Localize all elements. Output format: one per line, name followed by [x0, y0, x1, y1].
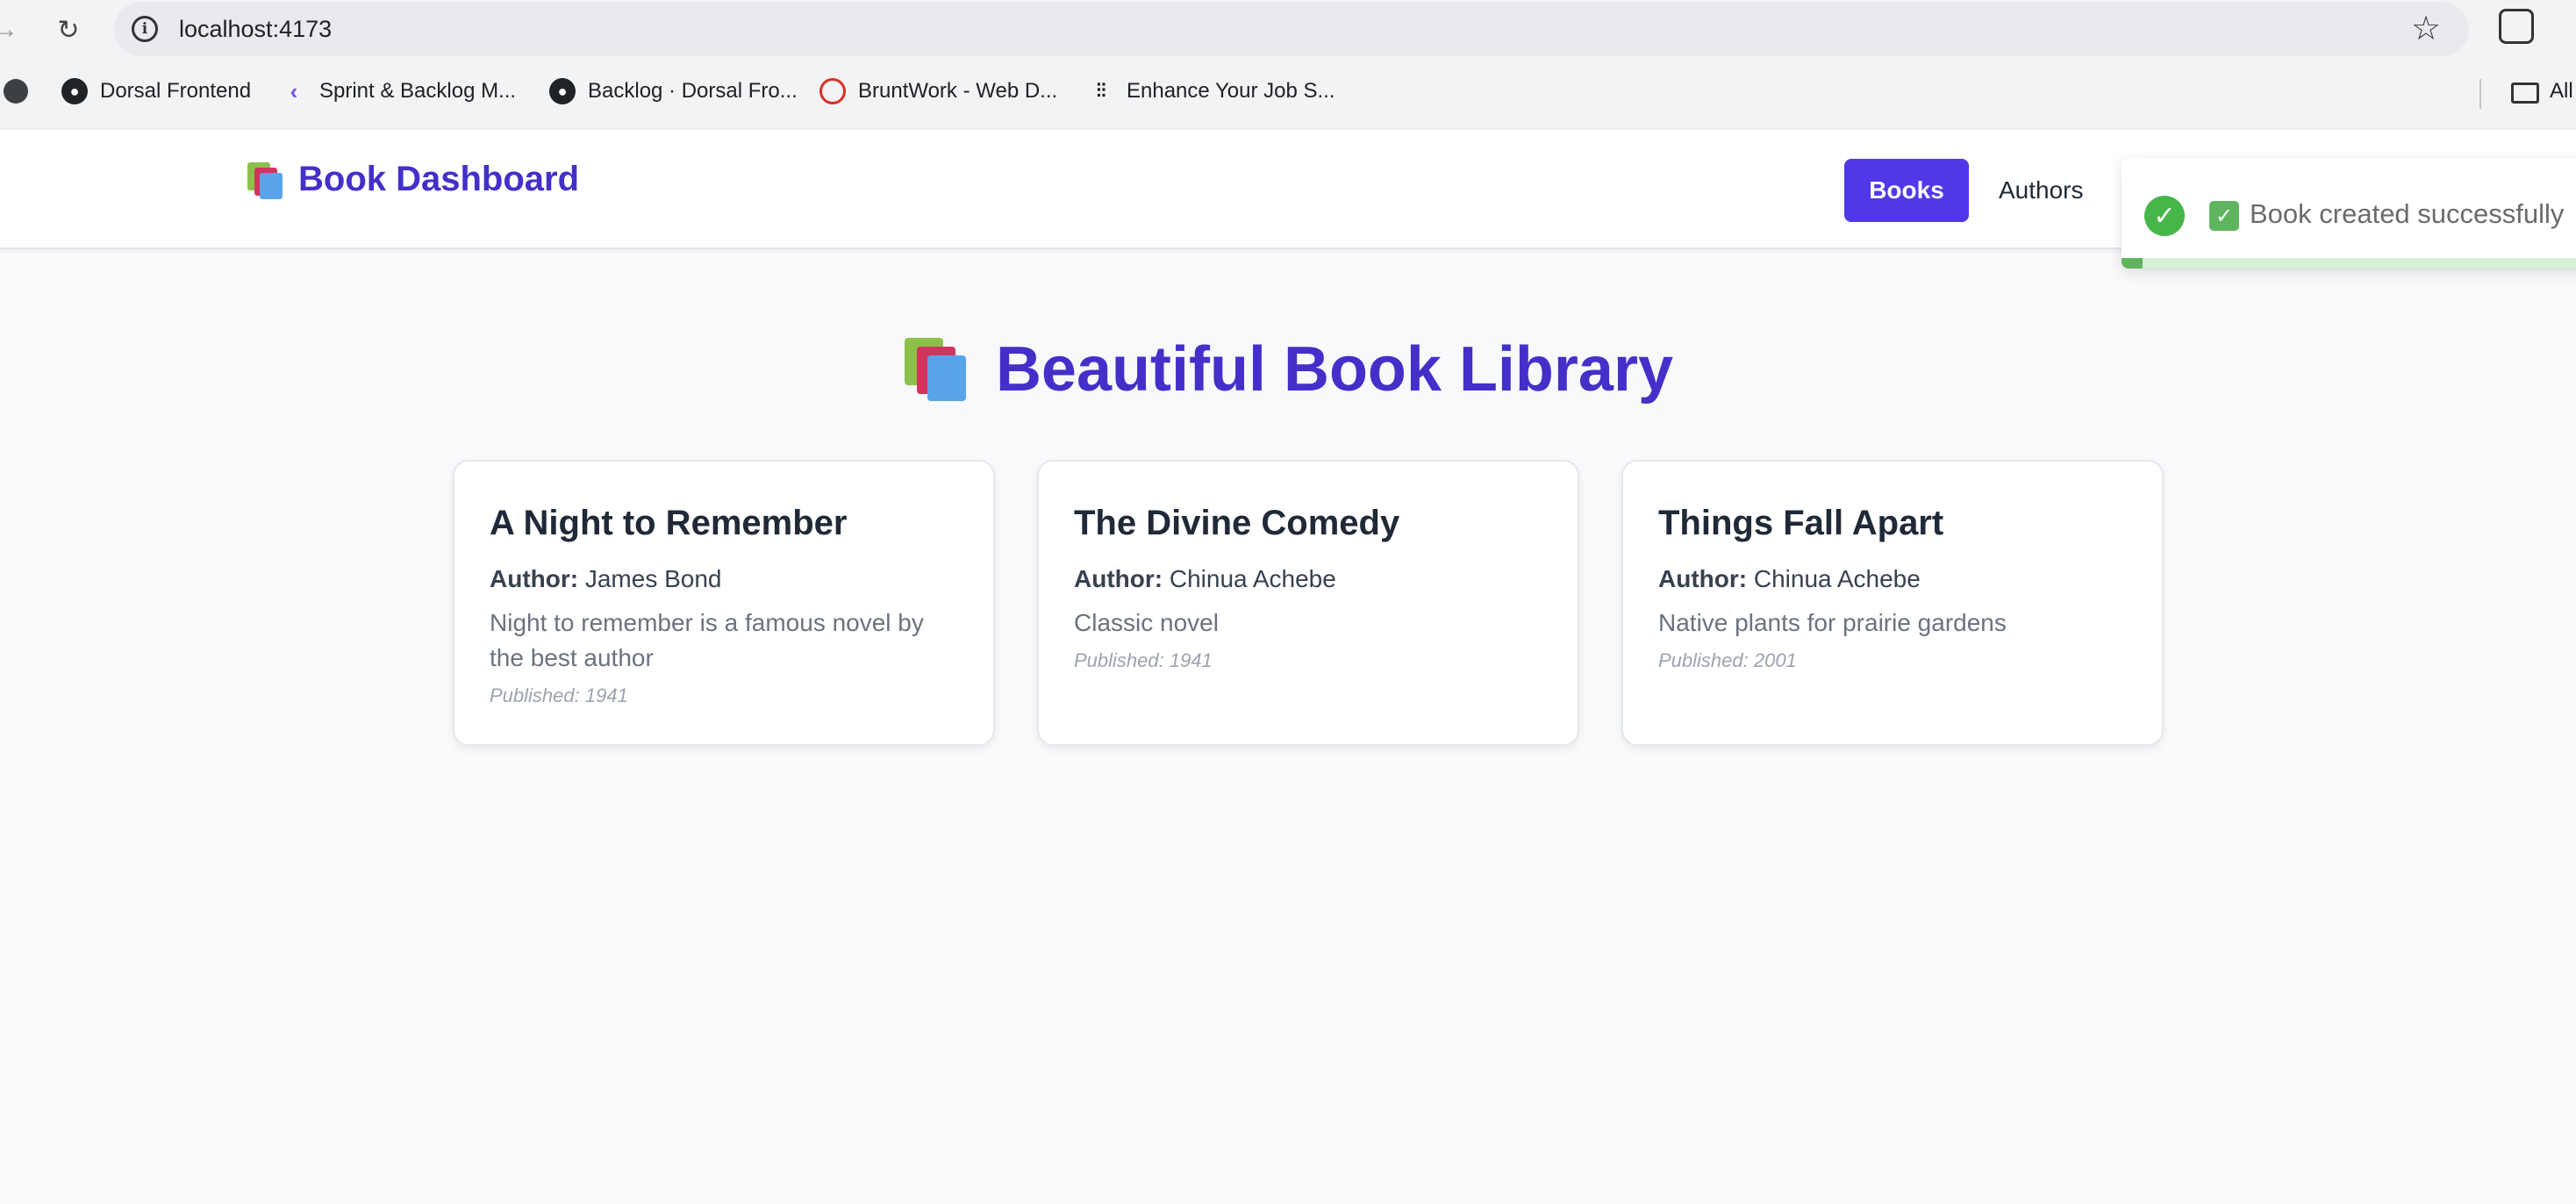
all-bookmarks-label[interactable]: All [2550, 72, 2573, 111]
books-icon [903, 336, 970, 403]
book-title: A Night to Remember [490, 504, 848, 542]
page-heading: Beautiful Book Library [995, 334, 1674, 405]
book-title: Things Fall Apart [1658, 504, 1944, 542]
book-published: Published: 1941 [490, 684, 628, 706]
bookmark-label: Dorsal Frontend [100, 79, 252, 103]
book-card[interactable]: The Divine Comedy Author: Chinua Achebe … [1037, 460, 1579, 746]
site-info-icon[interactable]: i [132, 16, 158, 42]
reload-icon[interactable]: ↻ [47, 9, 89, 51]
book-card[interactable]: Things Fall Apart Author: Chinua Achebe … [1621, 460, 2164, 746]
address-bar[interactable]: i localhost:4173 [114, 2, 2469, 56]
checkbox-emoji-icon: ✓ [2209, 201, 2239, 231]
book-description: Classic novel [1074, 609, 1219, 636]
bookmarks-bar: ● Dorsal Frontend ‹ Sprint & Backlog M..… [0, 68, 2576, 114]
toast-progress-bar [2122, 258, 2143, 269]
author-label: Author: [490, 565, 579, 592]
bruntwork-icon [819, 78, 846, 104]
forward-icon[interactable]: → [0, 9, 26, 51]
sliders-icon: ⫶⫶ [1096, 80, 1106, 102]
brand-title: Book Dashboard [298, 160, 580, 198]
book-author: Author: Chinua Achebe [1074, 565, 1336, 593]
brand[interactable]: Book Dashboard [246, 160, 579, 199]
bookmark-label: Sprint & Backlog M... [319, 79, 517, 103]
url-text[interactable]: localhost:4173 [179, 16, 332, 43]
clickup-icon: ‹ [290, 77, 298, 104]
bookmark-item[interactable]: ⫶⫶ Enhance Your Job S... [1088, 68, 1335, 114]
bookmark-item[interactable]: ‹ Sprint & Backlog M... [281, 68, 516, 114]
books-icon [246, 161, 284, 199]
browser-toolbar: → ↻ i localhost:4173 ☆ [0, 0, 2576, 58]
bookmark-label: BruntWork - Web D... [858, 79, 1058, 103]
bookmark-label: Backlog · Dorsal Fro... [588, 79, 798, 103]
book-author: Author: James Bond [490, 565, 722, 593]
book-published: Published: 2001 [1658, 649, 1797, 671]
github-icon: ● [61, 78, 88, 104]
book-title: The Divine Comedy [1074, 504, 1400, 542]
book-description: Night to remember is a famous novel by t… [490, 609, 924, 671]
book-card[interactable]: A Night to Remember Author: James Bond N… [453, 460, 995, 746]
author-name: Chinua Achebe [1169, 565, 1336, 592]
success-toast[interactable]: ✓ ✓ Book created successfully [2122, 158, 2576, 269]
extensions-icon[interactable] [2499, 9, 2534, 44]
bookmark-star-icon[interactable]: ☆ [2411, 9, 2441, 48]
page-title: Beautiful Book Library [0, 333, 2576, 405]
author-label: Author: [1658, 565, 1748, 592]
author-name: James Bond [584, 565, 722, 592]
author-name: Chinua Achebe [1753, 565, 1921, 592]
book-description: Native plants for prairie gardens [1658, 609, 2007, 636]
success-check-icon: ✓ [2144, 196, 2185, 236]
browser-chrome: → ↻ i localhost:4173 ☆ ● Dorsal Frontend… [0, 0, 2576, 130]
toast-progress-track [2122, 258, 2576, 269]
github-icon: ● [549, 78, 576, 104]
author-label: Author: [1074, 565, 1163, 592]
bookmark-label: Enhance Your Job S... [1127, 79, 1335, 103]
toast-message: Book created successfully [2250, 198, 2565, 229]
book-author: Author: Chinua Achebe [1658, 565, 1921, 593]
bookmark-item[interactable]: ● Backlog · Dorsal Fro... [549, 68, 798, 114]
bookmark-item[interactable]: BruntWork - Web D... [819, 68, 1057, 114]
folder-icon[interactable] [2511, 82, 2539, 104]
nav-books-button[interactable]: Books [1844, 159, 1969, 222]
bookmarks-divider [2479, 79, 2481, 109]
bookmark-item[interactable]: ● Dorsal Frontend [61, 68, 251, 114]
book-published: Published: 1941 [1074, 649, 1213, 671]
